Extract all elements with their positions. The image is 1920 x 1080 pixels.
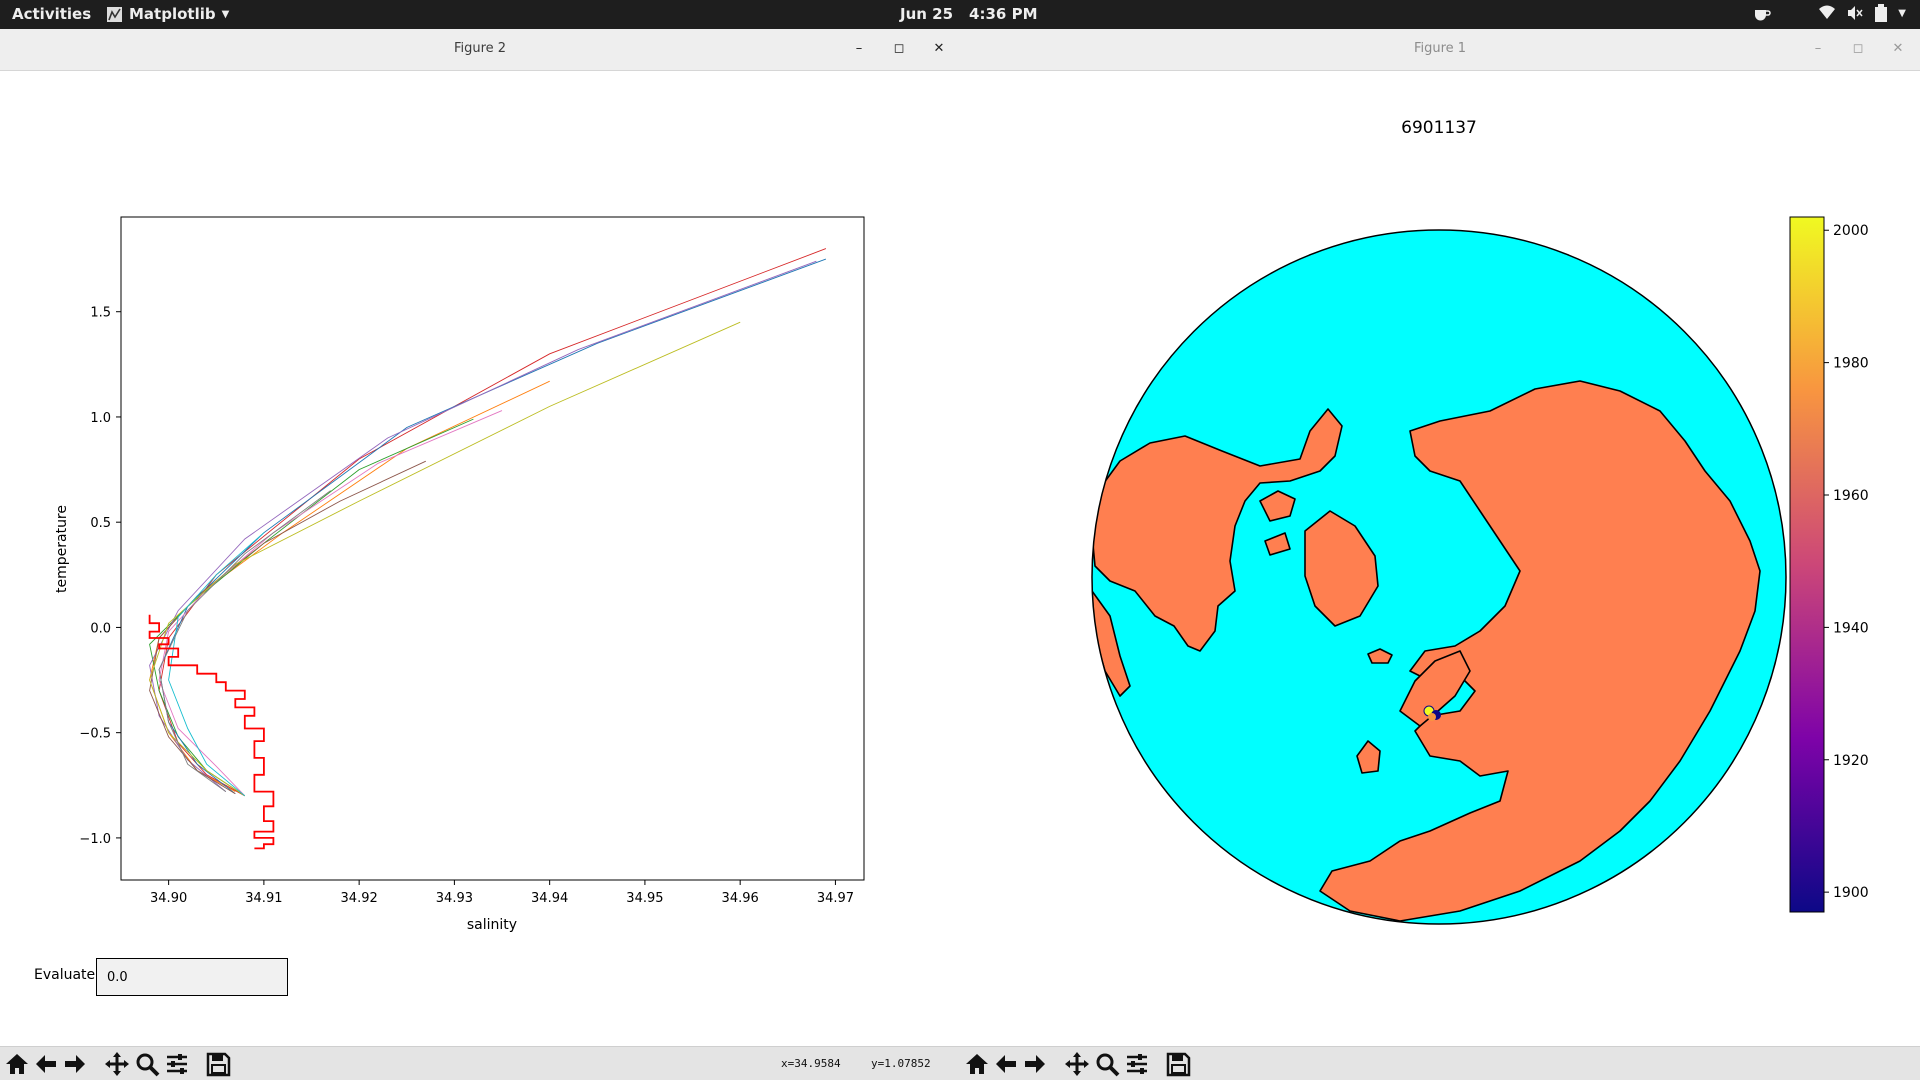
y-tick-label: 0.0: [90, 621, 111, 636]
coffee-icon: [1755, 10, 1772, 21]
home-button[interactable]: [3, 1050, 31, 1078]
system-top-bar: Activities Matplotlib ▼ Jun 25 4:36 PM ▼: [0, 0, 1920, 29]
map-figure[interactable]: 6901137 190019201940196019802000: [960, 71, 1920, 1046]
maximize-button[interactable]: ◻: [884, 35, 914, 63]
x-tick-label: 34.92: [341, 891, 378, 906]
sliders-icon: [167, 1054, 187, 1074]
y-tick-label: 0.5: [90, 516, 111, 531]
x-tick-label: 34.91: [245, 891, 282, 906]
move-icon: [105, 1052, 129, 1076]
volume-muted-icon: [1848, 6, 1863, 20]
y-tick-label: −0.5: [79, 727, 111, 742]
colorbar-tick-label: 1980: [1833, 356, 1869, 372]
figure-1-window: Figure 1 – ◻ ✕ 6901137 1900 1920 1940 19…: [960, 29, 1920, 1080]
forward-button[interactable]: [1021, 1050, 1049, 1078]
chevron-down-icon: ▼: [1898, 7, 1906, 19]
back-button[interactable]: [992, 1050, 1020, 1078]
x-tick-label: 34.93: [436, 891, 473, 906]
clock[interactable]: Jun 25 4:36 PM: [900, 5, 1038, 23]
window-titlebar[interactable]: Figure 1 – ◻ ✕: [960, 29, 1920, 71]
pan-button[interactable]: [1063, 1050, 1091, 1078]
matplotlib-icon: [107, 6, 122, 22]
sliders-icon: [1127, 1054, 1147, 1074]
colorbar-tick-label: 1960: [1833, 488, 1869, 504]
colorbar: 1900 1920 1940 1960 1980 2000: [1789, 216, 1869, 913]
home-icon: [6, 1054, 28, 1074]
x-tick-label: 34.96: [722, 891, 759, 906]
float-marker: [1428, 713, 1436, 721]
close-button[interactable]: ✕: [924, 35, 954, 63]
x-tick-label: 34.90: [150, 891, 187, 906]
y-tick-label: 1.5: [90, 306, 111, 321]
zoom-button[interactable]: [1093, 1050, 1121, 1078]
temperature-salinity-plot[interactable]: 34.90 34.91 34.92 34.93 34.94 34.95 34.96 34.97…: [0, 71, 960, 946]
configure-subplots-button[interactable]: [163, 1050, 191, 1078]
cursor-y-readout: y=1.07852: [871, 1057, 931, 1070]
colorbar-tick-label: 1940: [1833, 620, 1869, 636]
date-label: Jun 25: [900, 5, 954, 23]
window-titlebar[interactable]: Figure 2 – ◻ ✕: [0, 29, 960, 71]
activities-button[interactable]: Activities: [12, 5, 91, 23]
y-axis-label: temperature: [54, 505, 70, 593]
colorbar-ticks: 1900 1920 1940 1960 1980 2000: [1824, 223, 1869, 901]
configure-subplots-button[interactable]: [1123, 1050, 1151, 1078]
colorbar-tick-label: 1920: [1833, 753, 1869, 769]
globe: [1091, 229, 1787, 925]
battery-icon: [1875, 4, 1888, 22]
window-title: Figure 1: [1413, 41, 1467, 56]
home-icon: [966, 1054, 988, 1074]
arrow-left-icon: [996, 1055, 1016, 1073]
window-title: Figure 2: [453, 41, 507, 56]
y-tick-label: −1.0: [79, 832, 111, 847]
app-menu[interactable]: Matplotlib ▼: [106, 5, 229, 23]
x-tick-label: 34.97: [817, 891, 854, 906]
x-tick-label: 34.94: [531, 891, 568, 906]
close-button[interactable]: ✕: [1883, 35, 1913, 63]
evaluate-input[interactable]: [96, 958, 288, 996]
back-button[interactable]: [32, 1050, 60, 1078]
save-icon: [1166, 1052, 1191, 1077]
forward-button[interactable]: [61, 1050, 89, 1078]
x-axis-label: salinity: [467, 917, 517, 933]
minimize-button[interactable]: –: [844, 35, 874, 63]
save-button[interactable]: [1164, 1050, 1192, 1078]
chevron-down-icon: ▼: [221, 8, 230, 20]
move-icon: [1065, 1052, 1089, 1076]
wifi-icon: [1819, 5, 1836, 19]
zoom-icon: [136, 1053, 160, 1077]
zoom-button[interactable]: [133, 1050, 161, 1078]
navigation-toolbar: x=34.9584 y=1.07852: [0, 1046, 960, 1080]
zoom-icon: [1096, 1053, 1120, 1077]
maximize-button[interactable]: ◻: [1843, 35, 1873, 63]
navigation-toolbar: [960, 1046, 1920, 1080]
arrow-right-icon: [1025, 1055, 1045, 1073]
home-button[interactable]: [963, 1050, 991, 1078]
system-tray[interactable]: ▼: [1752, 3, 1920, 23]
save-button[interactable]: [204, 1050, 232, 1078]
minimize-button[interactable]: –: [1803, 35, 1833, 63]
time-label: 4:36 PM: [969, 5, 1038, 23]
pan-button[interactable]: [103, 1050, 131, 1078]
arrow-right-icon: [65, 1055, 85, 1073]
figure-2-window: Figure 2 – ◻ ✕ 34.90 34.91 34.92 34.93 34.94…: [0, 29, 960, 1080]
colorbar-tick-label: 1900: [1833, 885, 1869, 901]
evaluate-label: Evaluate: [34, 967, 96, 983]
cursor-x-readout: x=34.9584: [781, 1057, 841, 1070]
arrow-left-icon: [36, 1055, 56, 1073]
app-name: Matplotlib: [129, 5, 216, 23]
save-icon: [206, 1052, 231, 1077]
x-tick-label: 34.95: [626, 891, 663, 906]
colorbar-gradient: [1789, 216, 1825, 913]
plot-axes: [120, 216, 865, 881]
colorbar-tick-label: 2000: [1833, 223, 1869, 239]
y-tick-label: 1.0: [90, 411, 111, 426]
map-title: 6901137: [1401, 118, 1477, 138]
